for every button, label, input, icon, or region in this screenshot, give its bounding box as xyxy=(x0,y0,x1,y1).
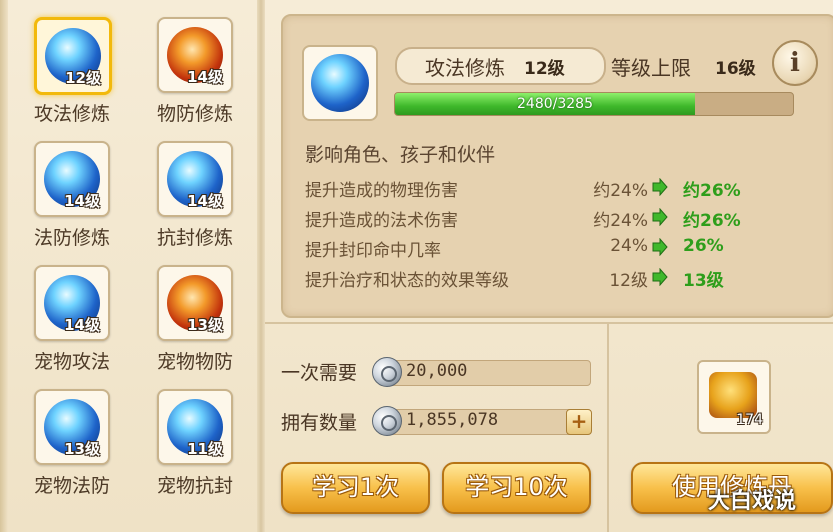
owned-value: 1,855,078 xyxy=(406,410,499,430)
add-currency-button[interactable]: + xyxy=(566,409,592,435)
item-count: 174 xyxy=(736,412,763,428)
skill-icon-frame: 13级 xyxy=(34,389,110,465)
stat-description: 提升造成的法术伤害 xyxy=(305,211,458,231)
stat-row: 提升治疗和状态的效果等级 12级 13级 xyxy=(305,266,805,292)
skill-level: 11级 xyxy=(187,440,223,458)
skill-item-pet-magic-defense[interactable]: 13级 宠物法防 xyxy=(22,389,132,509)
skill-icon-frame: 14级 xyxy=(34,265,110,341)
skill-item-seal-resistance[interactable]: 14级 抗封修炼 xyxy=(145,141,255,261)
experience-text: 2480/3285 xyxy=(517,96,593,112)
stat-current: 24% xyxy=(610,236,648,256)
cost-label: 一次需要 xyxy=(281,362,358,384)
skill-icon-frame: 11级 xyxy=(157,389,233,465)
skill-name: 宠物抗封 xyxy=(156,475,233,497)
arrow-right-icon xyxy=(652,178,668,196)
skill-name: 法防修炼 xyxy=(33,227,110,249)
skill-name: 攻法修炼 xyxy=(33,103,110,125)
skill-name: 宠物物防 xyxy=(156,351,233,373)
skill-item-pet-attack[interactable]: 14级 宠物攻法 xyxy=(22,265,132,385)
silver-coin-icon xyxy=(372,357,402,387)
stat-next: 约26% xyxy=(683,181,741,201)
skill-level: 12级 xyxy=(65,69,101,87)
skill-level: 13级 xyxy=(64,440,100,458)
learn-once-button[interactable]: 学习1次 xyxy=(281,462,430,514)
skill-current-level: 12级 xyxy=(524,59,565,79)
left-rail xyxy=(0,0,8,532)
stat-row: 提升造成的物理伤害 约24% 约26% xyxy=(305,176,805,202)
skill-name: 物防修炼 xyxy=(156,103,233,125)
section-divider xyxy=(607,322,609,532)
skill-level: 14级 xyxy=(187,68,223,86)
stat-row: 提升封印命中几率 24% 26% xyxy=(305,236,805,262)
skill-icon-frame: 14级 xyxy=(157,17,233,93)
stat-current: 12级 xyxy=(609,271,648,291)
affects-text: 影响角色、孩子和伙伴 xyxy=(305,144,496,166)
skill-name: 宠物法防 xyxy=(33,475,110,497)
stat-description: 提升造成的物理伤害 xyxy=(305,181,458,201)
skill-icon-frame: 12级 xyxy=(34,17,112,95)
level-cap-value: 16级 xyxy=(715,59,756,79)
cost-value: 20,000 xyxy=(406,361,468,381)
watermark: 大白戏说 xyxy=(708,489,797,514)
skill-icon-frame: 14级 xyxy=(34,141,110,217)
skill-title: 攻法修炼 xyxy=(425,56,505,80)
info-button[interactable]: i xyxy=(772,40,818,86)
arrow-right-icon xyxy=(652,268,668,286)
skill-name: 抗封修炼 xyxy=(156,227,233,249)
stat-next: 约26% xyxy=(683,211,741,231)
silver-coin-icon xyxy=(372,406,402,436)
stat-description: 提升封印命中几率 xyxy=(305,241,441,261)
learn-ten-button[interactable]: 学习10次 xyxy=(442,462,591,514)
skill-level: 14级 xyxy=(187,192,223,210)
skill-item-pet-seal-resistance[interactable]: 11级 宠物抗封 xyxy=(145,389,255,509)
column-divider xyxy=(257,0,265,532)
cultivation-screen: 12级 攻法修炼 14级 物防修炼 14级 法防修炼 14级 抗封修炼 14级 … xyxy=(0,0,833,532)
stat-next: 13级 xyxy=(683,271,724,291)
cultivation-pill-item[interactable]: 174 xyxy=(697,360,771,434)
owned-label: 拥有数量 xyxy=(281,412,358,434)
experience-bar: 2480/3285 xyxy=(394,92,794,116)
stat-next: 26% xyxy=(683,236,724,256)
section-divider xyxy=(265,322,833,324)
level-cap-label: 等级上限 xyxy=(611,56,691,80)
stat-description: 提升治疗和状态的效果等级 xyxy=(305,271,509,291)
skill-name: 宠物攻法 xyxy=(33,351,110,373)
stat-current: 约24% xyxy=(593,181,648,201)
skill-icon-frame: 14级 xyxy=(157,141,233,217)
skill-level: 13级 xyxy=(187,316,223,334)
skill-item-pet-physical-defense[interactable]: 13级 宠物物防 xyxy=(145,265,255,385)
skill-item-physical-defense[interactable]: 14级 物防修炼 xyxy=(145,17,255,137)
arrow-right-icon xyxy=(652,208,668,226)
skill-item-attack-magic[interactable]: 12级 攻法修炼 xyxy=(22,17,132,137)
selected-skill-icon-frame xyxy=(302,45,378,121)
skill-level: 14级 xyxy=(64,192,100,210)
stat-current: 约24% xyxy=(593,211,648,231)
skill-item-magic-defense[interactable]: 14级 法防修炼 xyxy=(22,141,132,261)
stat-row: 提升造成的法术伤害 约24% 约26% xyxy=(305,206,805,232)
attack-magic-icon xyxy=(311,54,369,112)
arrow-right-icon xyxy=(652,238,668,256)
skill-icon-frame: 13级 xyxy=(157,265,233,341)
skill-level: 14级 xyxy=(64,316,100,334)
